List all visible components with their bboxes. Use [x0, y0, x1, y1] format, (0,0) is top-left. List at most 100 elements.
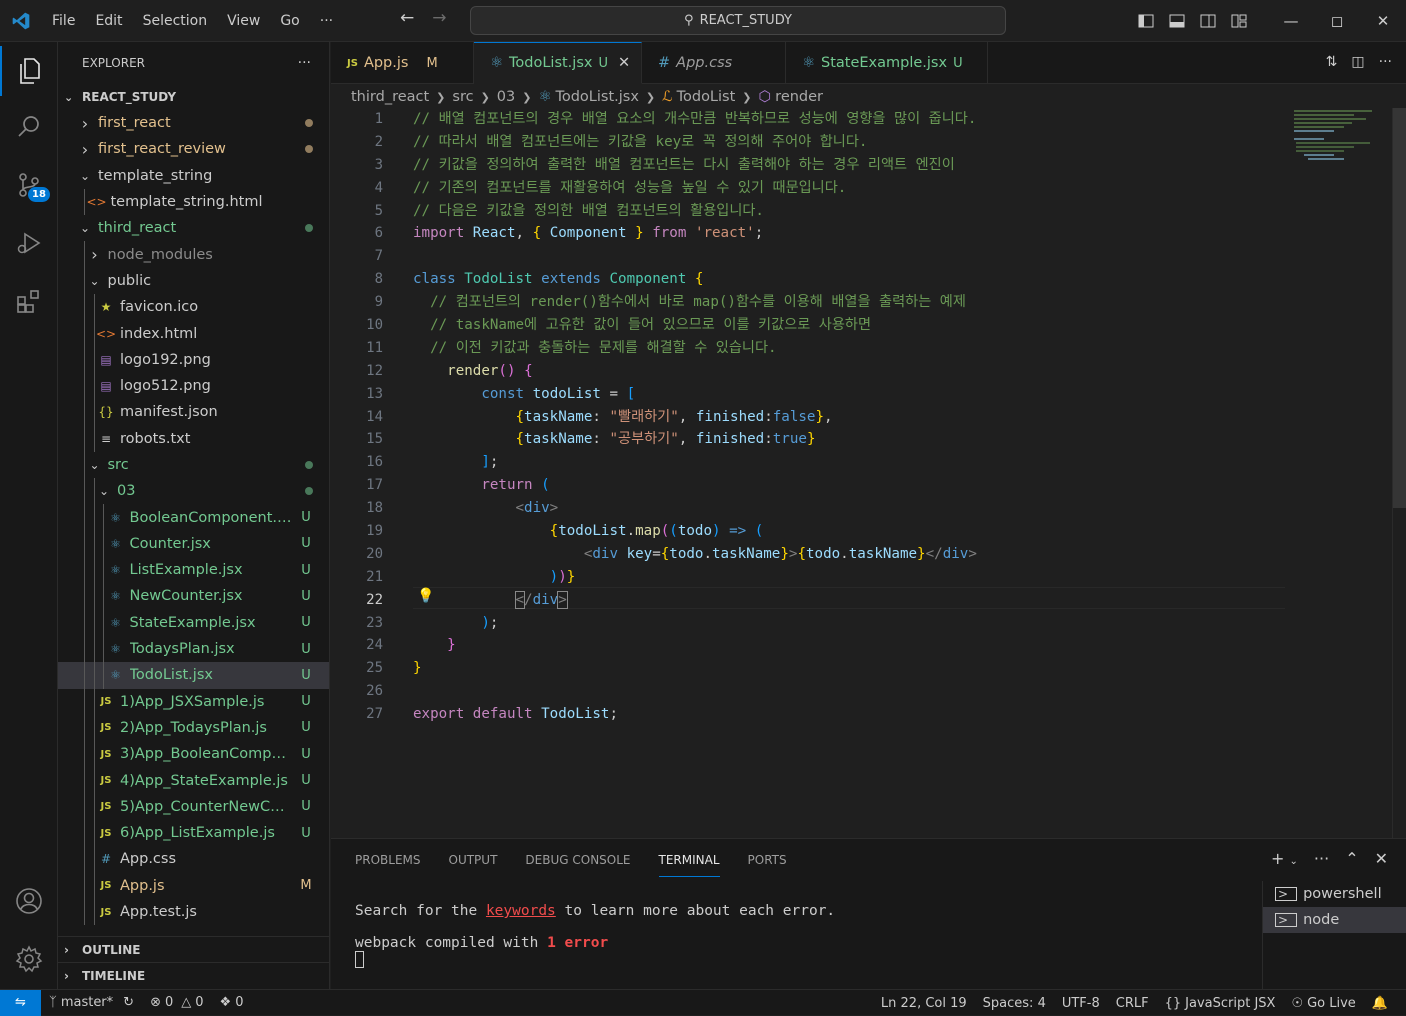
folder-item[interactable]: ⌄ src [58, 451, 329, 479]
explorer-icon[interactable] [0, 46, 58, 96]
run-debug-icon[interactable] [0, 218, 58, 268]
problems-indicator[interactable]: ⊗ 0 △ 0 [142, 995, 211, 1010]
file-item[interactable]: ≡ robots.txt [58, 425, 329, 452]
folder-item[interactable]: › first_react [58, 110, 329, 136]
crumb-folder[interactable]: 03 [497, 89, 515, 105]
notifications-bell-icon[interactable]: 🔔 [1364, 996, 1396, 1011]
file-item[interactable]: JS 2)App_TodaysPlan.js U [58, 714, 329, 742]
cursor-position[interactable]: Ln 22, Col 19 [873, 996, 975, 1011]
menu-file[interactable]: File [42, 13, 85, 29]
file-item[interactable]: ★ favicon.ico [58, 294, 329, 321]
indentation[interactable]: Spaces: 4 [975, 996, 1054, 1011]
folder-item[interactable]: ⌄ third_react [58, 215, 329, 241]
menu-go[interactable]: Go [270, 13, 309, 29]
crumb-folder[interactable]: third_react [351, 89, 429, 105]
toggle-secondary-sidebar-icon[interactable] [1192, 14, 1223, 28]
tab-stateexample-jsx[interactable]: ⚛ StateExample.jsx U [786, 42, 988, 84]
end-of-line[interactable]: CRLF [1108, 996, 1157, 1011]
split-editor-icon[interactable]: ◫ [1351, 54, 1364, 70]
toggle-panel-icon[interactable] [1161, 14, 1192, 28]
code-content[interactable]: // 배열 컴포넌트의 경우 배열 요소의 개수만큼 반복하므로 성능에 영향을… [413, 108, 1323, 726]
more-actions-icon[interactable]: ··· [1379, 54, 1392, 70]
menu-edit[interactable]: Edit [85, 13, 132, 29]
tab-ports[interactable]: PORTS [748, 839, 787, 881]
tab-problems[interactable]: PROBLEMS [355, 839, 421, 881]
menu-view[interactable]: View [217, 13, 270, 29]
accounts-icon[interactable] [0, 876, 58, 926]
crumb-class[interactable]: TodoList [677, 89, 736, 105]
file-item[interactable]: ⚛ Counter.jsx U [58, 530, 329, 558]
settings-gear-icon[interactable] [0, 934, 58, 984]
toggle-primary-sidebar-icon[interactable] [1130, 14, 1161, 28]
file-item[interactable]: JS 6)App_ListExample.js U [58, 820, 329, 847]
code-editor[interactable]: 1 2 3 4 5 6 7 8 9 10 11 12 13 14 15 16 17 18 19 20 21 22 23 24 2… [331, 108, 1406, 838]
crumb-file[interactable]: TodoList.jsx [555, 89, 638, 105]
file-item[interactable]: JS App.test.js [58, 898, 329, 926]
source-control-icon[interactable]: 18 [0, 160, 58, 210]
crumb-method[interactable]: render [775, 89, 823, 105]
editor-scrollbar[interactable] [1392, 108, 1406, 838]
file-item[interactable]: ▤ logo192.png [58, 346, 329, 373]
maximize-icon[interactable]: ◻ [1314, 12, 1360, 30]
tab-terminal[interactable]: TERMINAL [658, 839, 720, 881]
go-live-button[interactable]: ☉ Go Live [1283, 996, 1363, 1011]
extensions-icon[interactable] [0, 276, 58, 326]
minimize-icon[interactable]: — [1268, 12, 1314, 30]
folder-item[interactable]: ⌄ 03 [58, 478, 329, 505]
folder-item[interactable]: › node_modules [58, 241, 329, 268]
forward-arrow-icon[interactable]: → [432, 8, 446, 28]
folder-item[interactable]: ⌄ template_string [58, 163, 329, 189]
tab-todolist-jsx[interactable]: ⚛ TodoList.jsx U ✕ [474, 42, 642, 84]
tab-app-css[interactable]: # App.css [642, 42, 786, 84]
file-item[interactable]: JS 1)App_JSXSample.js U [58, 688, 329, 715]
workspace-root[interactable]: ⌄ REACT_STUDY [58, 84, 329, 110]
close-window-icon[interactable]: ✕ [1360, 12, 1406, 30]
maximize-panel-icon[interactable]: ⌃ [1345, 849, 1358, 868]
file-item[interactable]: JS App.js M [58, 872, 329, 899]
file-item[interactable]: ⚛ StateExample.jsx U [58, 609, 329, 636]
search-view-icon[interactable] [0, 102, 58, 152]
menu-selection[interactable]: Selection [133, 13, 218, 29]
file-item[interactable]: ⚛ TodoList.jsx U [58, 662, 329, 689]
branch-indicator[interactable]: ᛉ master* ↻ [41, 995, 142, 1010]
scrollbar-thumb[interactable] [1393, 108, 1406, 508]
file-item[interactable]: <> index.html [58, 320, 329, 347]
tab-debug-console[interactable]: DEBUG CONSOLE [525, 839, 630, 881]
menu-more[interactable]: ··· [310, 13, 343, 29]
minimap[interactable] [1292, 108, 1382, 168]
file-item[interactable]: <> template_string.html [58, 188, 329, 216]
file-item[interactable]: {} manifest.json [58, 399, 329, 426]
tab-output[interactable]: OUTPUT [449, 839, 498, 881]
terminal-node[interactable]: >_ node [1263, 907, 1406, 933]
remote-indicator-icon[interactable]: ⇋ [0, 989, 41, 1016]
tab-app-js[interactable]: JS App.js M [331, 42, 474, 84]
file-item[interactable]: ⚛ ListExample.jsx U [58, 557, 329, 584]
command-center-search[interactable]: ⚲ REACT_STUDY [470, 6, 1006, 35]
timeline-section[interactable]: › TIMELINE [58, 962, 329, 988]
close-tab-icon[interactable]: ✕ [618, 55, 630, 71]
explorer-more-icon[interactable]: ··· [298, 55, 311, 71]
file-item[interactable]: ⚛ NewCounter.jsx U [58, 583, 329, 610]
file-item[interactable]: ▤ logo512.png [58, 372, 329, 400]
folder-item[interactable]: › first_react_review [58, 136, 329, 162]
back-arrow-icon[interactable]: ← [400, 8, 414, 28]
file-item[interactable]: JS 3)App_BooleanCompon... U [58, 741, 329, 768]
file-item[interactable]: # App.css [58, 846, 329, 873]
close-panel-icon[interactable]: ✕ [1375, 849, 1388, 868]
terminal-powershell[interactable]: >_ powershell [1263, 881, 1406, 907]
file-item[interactable]: ⚛ TodaysPlan.jsx U [58, 635, 329, 663]
file-item[interactable]: JS 4)App_StateExample.js U [58, 767, 329, 794]
outline-section[interactable]: › OUTLINE [58, 936, 329, 962]
compare-changes-icon[interactable]: ⇅ [1326, 54, 1338, 70]
folder-item[interactable]: ⌄ public [58, 267, 329, 295]
new-terminal-icon[interactable]: + ⌄ [1271, 849, 1298, 868]
language-mode[interactable]: {} JavaScript JSX [1157, 996, 1284, 1011]
encoding[interactable]: UTF-8 [1054, 996, 1108, 1011]
customize-layout-icon[interactable] [1223, 14, 1254, 28]
terminal-output[interactable]: Search for the keywords to learn more ab… [355, 903, 835, 968]
file-item[interactable]: JS 5)App_CounterNewCou... U [58, 793, 329, 821]
panel-more-icon[interactable]: ··· [1314, 849, 1329, 868]
crumb-folder[interactable]: src [452, 89, 473, 105]
ports-indicator[interactable]: ❖ 0 [212, 995, 252, 1010]
keywords-link[interactable]: keywords [486, 903, 556, 919]
